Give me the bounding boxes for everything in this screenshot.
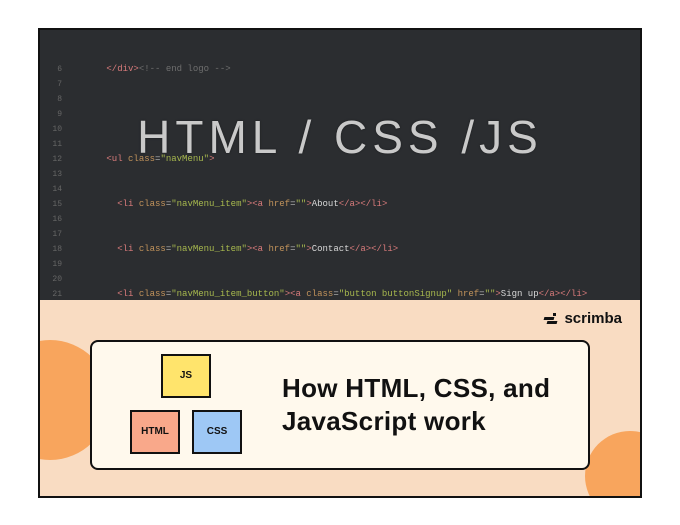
language-tiles: JS HTML CSS (116, 350, 256, 460)
code-editor-backdrop: 6789101112131415161718192021222324252627… (40, 30, 640, 300)
scrimba-logo-icon (544, 311, 560, 325)
card-title: How HTML, CSS, and JavaScript work (282, 372, 562, 437)
promo-thumbnail: 6789101112131415161718192021222324252627… (38, 28, 642, 498)
tile-css: CSS (192, 410, 242, 454)
tile-html: HTML (130, 410, 180, 454)
brand-logo: scrimba (544, 310, 622, 327)
lower-panel: scrimba JS HTML CSS How HTML, CSS, and J… (40, 300, 640, 496)
course-card[interactable]: JS HTML CSS How HTML, CSS, and JavaScrip… (90, 340, 590, 470)
tile-js: JS (161, 354, 211, 398)
brand-name: scrimba (564, 310, 622, 327)
line-number-gutter: 6789101112131415161718192021222324252627… (40, 30, 68, 300)
code-block: </div><!-- end logo --> <ul class="navMe… (74, 32, 640, 300)
decoration-blob (585, 431, 640, 496)
